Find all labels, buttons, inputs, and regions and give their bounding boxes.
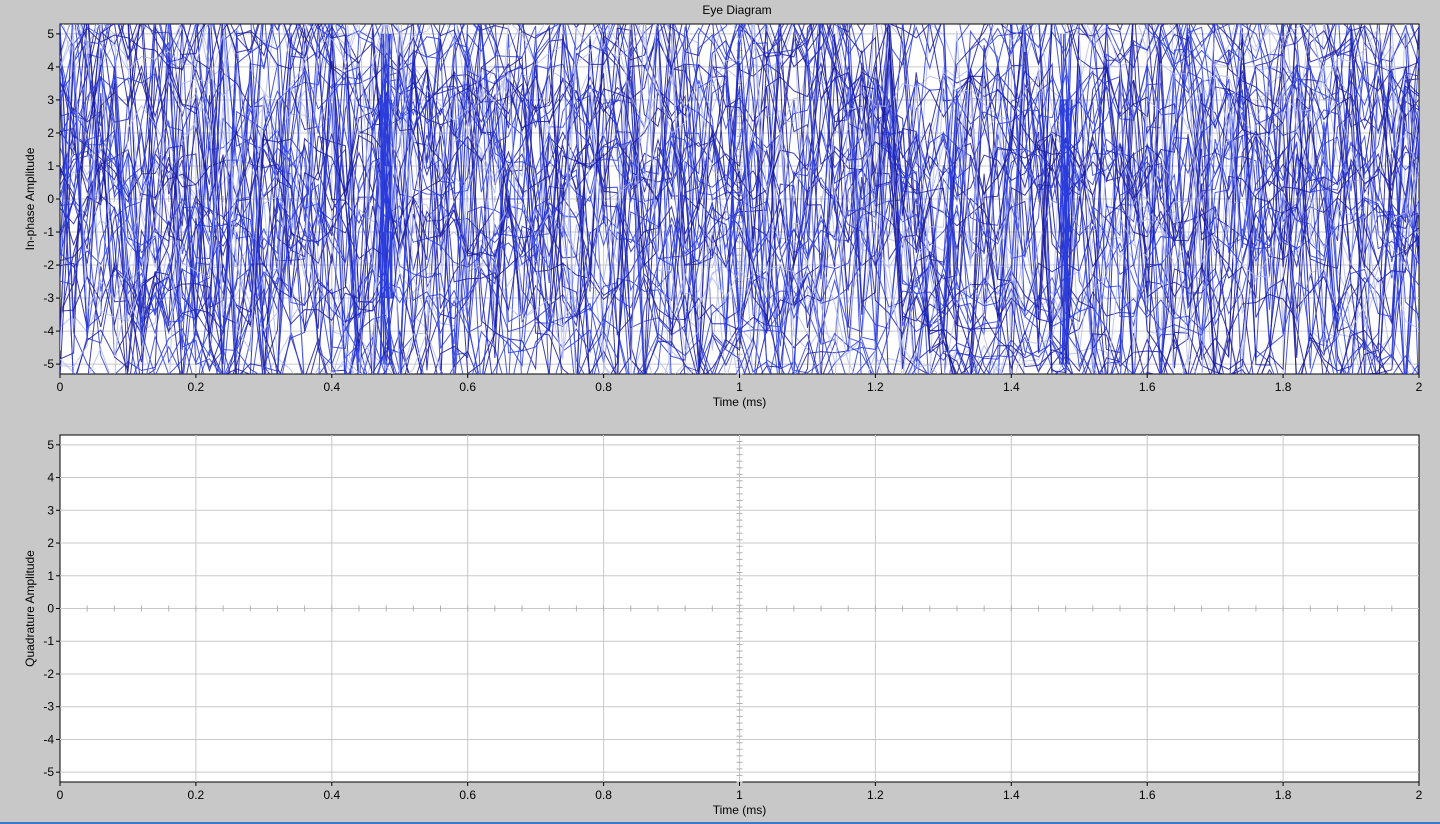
y-tick-label: -2 (43, 667, 54, 681)
x-tick-label: 0.2 (188, 380, 205, 394)
y-tick-label: -1 (43, 225, 54, 239)
y-axis-label: Quadrature Amplitude (23, 550, 37, 667)
figure-canvas: Eye Diagram 0 0.2 0.4 0.6 0.8 1 1.2 1.4 1.6 1.8 2 -… (23, 3, 1423, 817)
y-tick-label: 1 (47, 569, 54, 583)
in-phase-eye-panel: 0 0.2 0.4 0.6 0.8 1 1.2 1.4 1.6 1.8 2 -5 -4 -3 -2 -1 0 1 2… (23, 23, 1423, 409)
eye-diagram-figure: Eye Diagram 0 0.2 0.4 0.6 0.8 1 1.2 1.4 1.6 1.8 2 -… (0, 0, 1440, 824)
y-tick-label: 3 (47, 93, 54, 107)
x-axis-label: Time (ms) (713, 803, 767, 817)
y-tick-label: 4 (47, 60, 54, 74)
y-tick-label: 2 (47, 536, 54, 550)
x-tick-label: 0.4 (323, 788, 340, 802)
x-tick-label: 0.4 (323, 380, 340, 394)
x-tick-label: 1.6 (1139, 380, 1156, 394)
y-tick-label: 2 (47, 126, 54, 140)
x-tick-label: 0.6 (459, 380, 476, 394)
y-tick-label: -1 (43, 634, 54, 648)
x-tick-label: 0.8 (595, 788, 612, 802)
x-tick-label: 1.8 (1275, 788, 1292, 802)
y-tick-label: -4 (43, 324, 54, 338)
x-tick-label: 1.8 (1275, 380, 1292, 394)
y-axis-label: In-phase Amplitude (23, 147, 37, 250)
y-tick-label: 5 (47, 438, 54, 452)
x-tick-label: 1.4 (1003, 380, 1020, 394)
x-tick-label: 0.6 (459, 788, 476, 802)
y-tick-label: 1 (47, 159, 54, 173)
x-tick-label: 0.2 (188, 788, 205, 802)
x-tick-label: 1.6 (1139, 788, 1156, 802)
x-tick-label: 1.2 (867, 380, 884, 394)
y-tick-label: -5 (43, 357, 54, 371)
y-tick-label: -2 (43, 258, 54, 272)
x-tick-label: 1 (736, 788, 743, 802)
y-tick-label: 0 (47, 602, 54, 616)
y-tick-label: -4 (43, 732, 54, 746)
y-tick-label: 4 (47, 471, 54, 485)
y-tick-label: 3 (47, 503, 54, 517)
x-tick-label: 1.4 (1003, 788, 1020, 802)
x-tick-label: 1 (736, 380, 743, 394)
y-tick-label: 0 (47, 192, 54, 206)
y-tick-label: 5 (47, 27, 54, 41)
x-tick-label: 1.2 (867, 788, 884, 802)
x-tick-label: 0 (57, 788, 64, 802)
y-tick-label: -3 (43, 700, 54, 714)
quadrature-eye-panel: 0 0.2 0.4 0.6 0.8 1 1.2 1.4 1.6 1.8 2 -5 -4 -3 -2 -1 0 1 2… (23, 434, 1423, 817)
x-tick-label: 2 (1416, 380, 1423, 394)
figure-title: Eye Diagram (702, 3, 771, 17)
x-tick-label: 0 (57, 380, 64, 394)
x-tick-label: 0.8 (595, 380, 612, 394)
x-axis-label: Time (ms) (713, 395, 767, 409)
y-tick-label: -5 (43, 765, 54, 779)
x-tick-label: 2 (1416, 788, 1423, 802)
y-tick-label: -3 (43, 291, 54, 305)
